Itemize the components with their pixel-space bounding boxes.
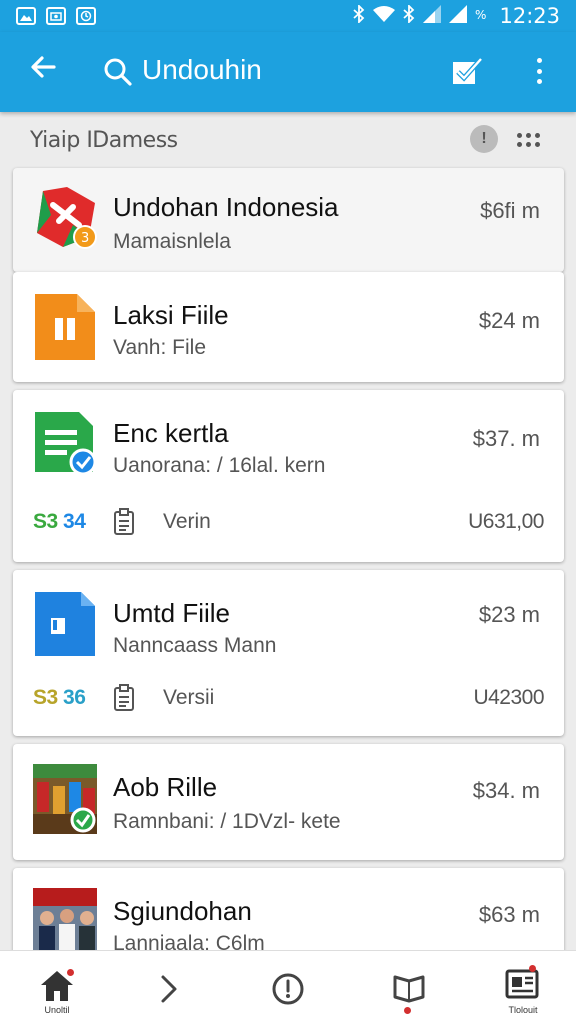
item-meta-row: S3 36 Versii U42300	[33, 684, 544, 717]
nav-item-news[interactable]: Tlolouit	[483, 951, 563, 1024]
item-count: S3 34	[33, 510, 86, 533]
item-version-label: Versii	[163, 686, 215, 709]
list-item[interactable]: 3 Undohan Indonesia Mamaisnlela $6fi m	[13, 168, 564, 272]
item-version-value: U42300	[473, 686, 544, 709]
item-version-value: U631,00	[468, 510, 544, 533]
item-title: Undohan Indonesia	[113, 192, 339, 222]
nav-item-home[interactable]: Unoltil	[17, 951, 97, 1024]
bottom-nav: Unoltil Tlolouit	[0, 950, 576, 1024]
item-subtitle: Mamaisnlela	[113, 230, 231, 253]
item-title: Aob Rille	[113, 772, 218, 802]
item-subtitle: Nanncaass Mann	[113, 634, 277, 657]
item-size: $23 m	[478, 602, 540, 627]
nav-item-library[interactable]	[367, 951, 447, 1024]
item-size: $34. m	[472, 778, 540, 803]
signal-icon	[449, 4, 468, 28]
app-title: Undouhin	[142, 54, 262, 85]
green-doc-icon	[33, 410, 97, 476]
item-size: $24 m	[478, 308, 540, 333]
item-size: $6fi m	[480, 198, 540, 223]
item-subtitle: Ramnbani: / 1DVzl- kete	[113, 810, 341, 833]
signal-icon	[423, 4, 442, 28]
sync-notification-icon	[76, 7, 96, 25]
info-icon[interactable]: !	[470, 125, 498, 153]
item-size: $37. m	[472, 426, 540, 451]
alert-circle-icon	[272, 973, 304, 1010]
news-icon	[505, 969, 541, 1006]
item-count: S3 36	[33, 686, 86, 709]
item-title: Laksi Fiile	[113, 300, 229, 330]
item-subtitle: Vanh: File	[113, 336, 206, 359]
photo-thumbnail-icon	[33, 764, 97, 834]
bluetooth-icon	[353, 3, 365, 28]
clipboard-icon	[113, 508, 135, 541]
red-app-icon: 3	[33, 185, 97, 249]
clipboard-icon	[113, 684, 135, 717]
battery-percent-icon: %	[475, 5, 491, 28]
chevron-right-icon	[157, 973, 181, 1010]
list-item[interactable]: Enc kertla Uanorana: / 16lal. kern $37. …	[13, 390, 564, 562]
status-bar: % 12:23	[0, 0, 576, 32]
back-arrow-icon[interactable]	[26, 52, 60, 86]
item-title: Umtd Fiile	[113, 598, 231, 628]
item-subtitle: Uanorana: / 16lal. kern	[113, 454, 326, 477]
item-size: $63 m	[478, 902, 540, 927]
section-title: Yiaip IDamess	[30, 128, 178, 153]
wifi-icon	[373, 5, 396, 27]
status-time: 12:23	[499, 4, 560, 28]
more-vert-icon[interactable]	[528, 54, 550, 88]
nav-item-forward[interactable]	[129, 951, 209, 1024]
nav-item-alerts[interactable]	[248, 951, 328, 1024]
item-title: Enc kertla	[113, 418, 229, 448]
list-item[interactable]: Aob Rille Ramnbani: / 1DVzl- kete $34. m	[13, 744, 564, 860]
list-item[interactable]: Laksi Fiile Vanh: File $24 m	[13, 272, 564, 382]
search-icon[interactable]	[103, 57, 133, 92]
gallery-notification-icon	[16, 7, 36, 25]
select-all-icon[interactable]	[451, 56, 483, 91]
app-bar: Undouhin	[0, 32, 576, 112]
grid-dots-icon[interactable]	[517, 133, 541, 147]
book-icon	[393, 973, 425, 1008]
item-meta-row: S3 34 Verin U631,00	[33, 508, 544, 541]
nav-label: Tlolouit	[508, 1005, 538, 1015]
list-item[interactable]: Umtd Fiile Nanncaass Mann $23 m S3 36 Ve…	[13, 570, 564, 736]
item-version-label: Verin	[163, 510, 211, 533]
bluetooth-icon	[403, 3, 415, 28]
nav-label: Unoltil	[44, 1005, 70, 1015]
item-title: Sgiundohan	[113, 896, 252, 926]
svg-text:3: 3	[81, 231, 89, 246]
people-photo-thumbnail-icon	[33, 888, 97, 952]
svg-text:%: %	[475, 8, 486, 22]
orange-file-icon	[33, 292, 97, 360]
photo-notification-icon	[46, 7, 66, 25]
blue-file-icon	[33, 590, 97, 656]
